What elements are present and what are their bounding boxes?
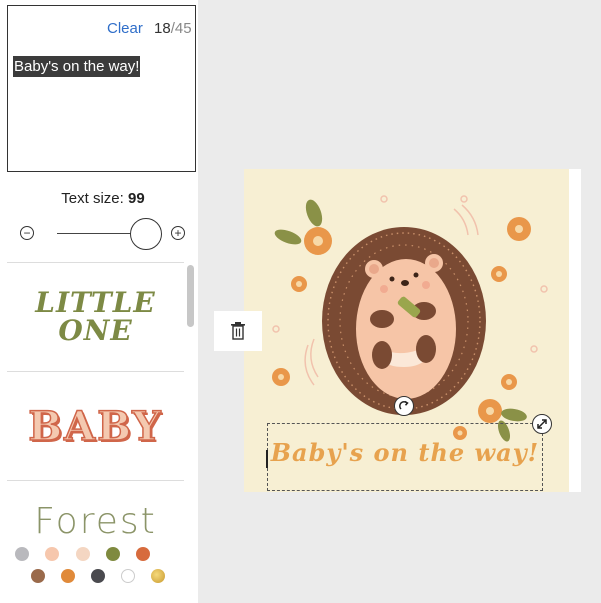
style-list-scrollbar[interactable] xyxy=(187,265,194,327)
design-editor: Clear 18/45 Baby's on the way! Text size… xyxy=(0,0,601,603)
decrease-size-button[interactable]: − xyxy=(20,226,34,240)
color-swatch[interactable] xyxy=(136,547,150,561)
style-preview-line: LITTLE xyxy=(35,286,156,319)
style-preview: BABY xyxy=(27,402,163,451)
resize-icon xyxy=(537,419,547,429)
text-options-panel: Clear 18/45 Baby's on the way! Text size… xyxy=(0,0,198,603)
color-swatch[interactable] xyxy=(106,547,120,561)
color-swatch[interactable] xyxy=(61,569,75,583)
style-preview: LITTLE ONE xyxy=(35,289,156,345)
text-size-label: Text size: 99 xyxy=(0,190,206,207)
rotate-icon xyxy=(399,400,409,410)
text-size-slider-thumb[interactable] xyxy=(130,218,162,250)
rotate-handle[interactable] xyxy=(394,396,414,416)
minus-icon: − xyxy=(23,226,31,240)
canvas-text[interactable]: Baby's on the way! xyxy=(268,438,542,467)
text-input-value[interactable]: Baby's on the way! xyxy=(13,56,141,77)
text-style-baby[interactable]: BABY xyxy=(7,372,184,481)
color-swatch[interactable] xyxy=(151,569,165,583)
char-count-current: 18 xyxy=(154,20,171,37)
color-palette xyxy=(0,535,198,603)
text-style-little-one[interactable]: LITTLE ONE xyxy=(7,263,184,372)
color-swatch[interactable] xyxy=(76,547,90,561)
text-style-forest[interactable]: Forest xyxy=(7,481,184,536)
character-counter: 18/45 xyxy=(154,20,192,37)
increase-size-button[interactable]: + xyxy=(171,226,185,240)
color-swatch[interactable] xyxy=(45,547,59,561)
style-preview-line: ONE xyxy=(58,314,133,347)
trash-icon xyxy=(231,322,245,340)
clear-button[interactable]: Clear xyxy=(107,20,143,37)
delete-button[interactable] xyxy=(214,311,262,351)
text-size-caption: Text size: xyxy=(61,190,124,207)
color-swatch[interactable] xyxy=(15,547,29,561)
char-count-max: /45 xyxy=(170,20,192,37)
text-caret xyxy=(266,450,268,468)
plus-icon: + xyxy=(174,226,182,240)
resize-handle[interactable] xyxy=(532,414,552,434)
style-preview: Forest xyxy=(34,501,157,536)
text-size-value: 99 xyxy=(128,190,145,207)
color-swatch[interactable] xyxy=(121,569,135,583)
selected-text-box[interactable]: Baby's on the way! xyxy=(267,423,543,491)
text-style-list: LITTLE ONE BABY Forest xyxy=(7,262,184,536)
canvas-edge xyxy=(569,169,581,492)
text-editor[interactable]: Clear 18/45 Baby's on the way! xyxy=(7,5,196,172)
color-swatch[interactable] xyxy=(91,569,105,583)
color-swatch[interactable] xyxy=(31,569,45,583)
